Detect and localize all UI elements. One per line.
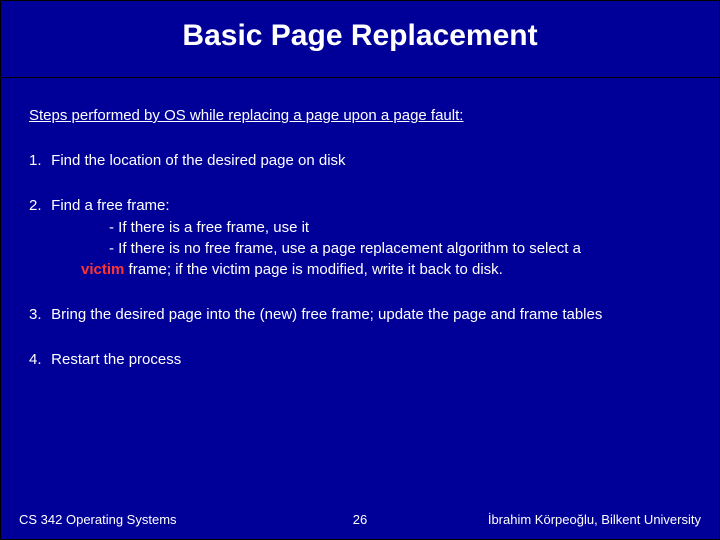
step-1: 1. Find the location of the desired page… xyxy=(29,151,691,170)
step-3: 3. Bring the desired page into the (new)… xyxy=(29,305,691,324)
slide-title: Basic Page Replacement xyxy=(1,19,719,53)
step-2-bullet-1: - If there is a free frame, use it xyxy=(55,218,691,237)
step-2-lead: Find a free frame: xyxy=(51,197,169,214)
footer-author: İbrahim Körpeoğlu, Bilkent University xyxy=(488,512,701,527)
step-3-text: Bring the desired page into the (new) fr… xyxy=(51,306,602,323)
step-2-tail: frame; if the victim page is modified, w… xyxy=(124,261,502,278)
step-1-num: 1. xyxy=(29,151,47,170)
slide: Basic Page Replacement Steps performed b… xyxy=(0,0,720,540)
step-1-text: Find the location of the desired page on… xyxy=(51,152,345,169)
slide-content: Steps performed by OS while replacing a … xyxy=(1,78,719,370)
step-4: 4. Restart the process xyxy=(29,350,691,369)
victim-word: victim xyxy=(81,261,124,278)
intro-text: Steps performed by OS while replacing a … xyxy=(29,106,691,125)
step-2-bullet-2: - If there is no free frame, use a page … xyxy=(55,239,691,258)
step-2: 2. Find a free frame: - If there is a fr… xyxy=(29,196,691,279)
step-4-num: 4. xyxy=(29,350,47,369)
step-3-num: 3. xyxy=(29,305,47,324)
step-2-tail-line: victim frame; if the victim page is modi… xyxy=(55,260,691,279)
title-box: Basic Page Replacement xyxy=(1,1,719,78)
step-2-num: 2. xyxy=(29,196,47,215)
step-4-text: Restart the process xyxy=(51,351,181,368)
